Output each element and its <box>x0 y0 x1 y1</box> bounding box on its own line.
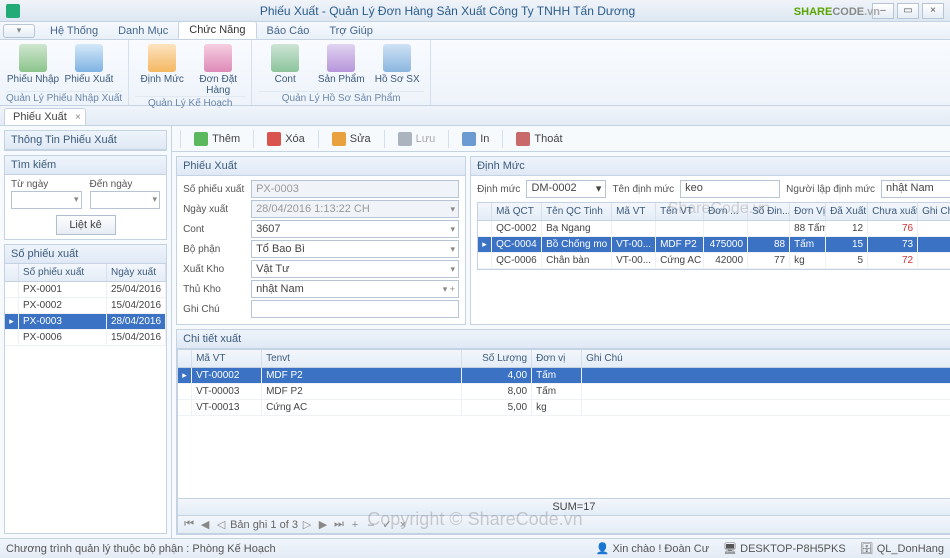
export-icon <box>75 44 103 72</box>
col-so-phieu[interactable]: Số phiếu xuất <box>19 264 107 281</box>
dm-panel-title: Định Mức <box>471 157 950 176</box>
status-host: DESKTOP-P8H5PKS <box>740 543 846 555</box>
app-menu-button[interactable]: ▾ <box>3 24 35 38</box>
ribbon-phieu-nhap[interactable]: Phiếu Nhập <box>6 42 60 91</box>
norm-icon <box>148 44 176 72</box>
so-phieu-input: PX-0003 <box>251 180 459 198</box>
exit-icon <box>516 132 530 146</box>
title-bar: Phiếu Xuất - Quản Lý Đơn Hàng Sản Xuất C… <box>0 0 950 22</box>
px-panel-title: Phiếu Xuất <box>177 157 465 176</box>
left-pane: Thông Tin Phiếu Xuất Tìm kiếm Từ ngày ▾ … <box>0 126 172 538</box>
table-row[interactable]: ▸ VT-00002 MDF P2 4,00 Tấm <box>178 368 950 384</box>
status-left: Chương trình quản lý thuộc bộ phận : Phò… <box>6 543 276 555</box>
ribbon-don-dat-hang[interactable]: Đơn Đặt Hàng <box>191 42 245 96</box>
ribbon-phieu-xuat[interactable]: Phiếu Xuất <box>62 42 116 91</box>
status-bar: Chương trình quản lý thuộc bộ phận : Phò… <box>0 538 950 558</box>
record-navigator[interactable]: ⏮◀◁ Bản ghi 1 of 3 ▷▶⏭ +–✓× <box>178 515 950 533</box>
menu-bar: Hệ Thống Danh Mục Chức Năng Báo Cáo Trợ … <box>0 22 950 40</box>
thu-kho-input[interactable]: nhật Nam▾ + <box>251 280 459 298</box>
pencil-icon <box>332 132 346 146</box>
tab-phieu-xuat[interactable]: Phiếu Xuất × <box>4 108 86 125</box>
table-row[interactable]: VT-00003 MDF P2 8,00 Tấm <box>178 384 950 400</box>
order-icon <box>204 44 232 72</box>
dinh-muc-panel: Định Mức Định mức DM-0002▾ Tên định mức … <box>470 156 950 325</box>
search-panel-title: Tìm kiếm <box>5 156 166 175</box>
print-icon <box>462 132 476 146</box>
tab-label: Phiếu Xuất <box>13 111 67 123</box>
bo-phan-input[interactable]: Tổ Bao Bì▾ <box>251 240 459 258</box>
table-row[interactable]: QC-0006 Chân bàn VT-00... Cứng AC 42000 … <box>478 253 950 269</box>
table-row[interactable]: QC-0002 Bạ Ngang 88 Tấm 12 76 <box>478 221 950 237</box>
edit-button[interactable]: Sửa <box>323 128 380 150</box>
status-user: Xin chào ! Đoàn Cư <box>612 543 709 555</box>
menu-danh-muc[interactable]: Danh Mục <box>108 23 178 39</box>
table-row[interactable]: ▸ QC-0004 Bồ Chống mo VT-00... MDF P2 47… <box>478 237 950 253</box>
ribbon-ho-so-sx[interactable]: Hồ Sơ SX <box>370 42 424 91</box>
ten-dinh-muc-input[interactable]: keo <box>680 180 780 198</box>
chit-panel-title: Chi tiết xuất <box>177 330 950 349</box>
chi-tiet-panel: Chi tiết xuất Mã VT Tenvt Số Lượng Đơn v… <box>176 329 950 535</box>
ghi-chu-input[interactable] <box>251 300 459 318</box>
menu-chuc-nang[interactable]: Chức Năng <box>178 21 256 39</box>
ribbon-group-title: Quản Lý Kế Hoạch <box>135 96 245 110</box>
cont-input[interactable]: 3607▾ <box>251 220 459 238</box>
maximize-button[interactable]: ▭ <box>897 3 919 19</box>
plus-icon <box>194 132 208 146</box>
ribbon: Phiếu Nhập Phiếu Xuất Quản Lý Phiếu Nhập… <box>0 40 950 106</box>
table-row[interactable]: PX-000125/04/2016 <box>5 282 166 298</box>
ribbon-group-title: Quản Lý Hồ Sơ Sản Phẩm <box>258 91 424 105</box>
right-pane: Thêm Xóa Sửa Lưu In Thoát Phiếu Xuất Số … <box>172 126 950 538</box>
exit-button[interactable]: Thoát <box>507 128 571 150</box>
menu-bao-cao[interactable]: Báo Cáo <box>257 23 320 39</box>
col-ngay-xuat[interactable]: Ngày xuất <box>107 264 166 281</box>
product-icon <box>327 44 355 72</box>
close-button[interactable]: × <box>922 3 944 19</box>
table-row[interactable]: ▸PX-000328/04/2016 <box>5 314 166 330</box>
table-row[interactable]: PX-000615/04/2016 <box>5 330 166 346</box>
toolbar: Thêm Xóa Sửa Lưu In Thoát <box>172 126 950 152</box>
phieu-xuat-panel: Phiếu Xuất Số phiếu xuấtPX-0003 Ngày xuấ… <box>176 156 466 325</box>
table-row[interactable]: VT-00013 Cứng AC 5,00 kg <box>178 400 950 416</box>
list-panel-title: Số phiếu xuất <box>5 245 166 264</box>
container-icon <box>271 44 299 72</box>
sum-footer: SUM=17 <box>178 498 950 515</box>
ribbon-san-pham[interactable]: Sản Phẩm <box>314 42 368 91</box>
status-db: QL_DonHang <box>877 543 944 555</box>
nguoi-lap-input[interactable]: nhật Nam <box>881 180 950 198</box>
ribbon-group-title: Quản Lý Phiếu Nhập Xuất <box>6 91 122 105</box>
ngay-xuat-input[interactable]: 28/04/2016 1:13:22 CH▾ <box>251 200 459 218</box>
app-icon <box>6 4 20 18</box>
info-panel-title: Thông Tin Phiếu Xuất <box>5 131 166 150</box>
ribbon-cont[interactable]: Cont <box>258 42 312 91</box>
profile-icon <box>383 44 411 72</box>
to-date-label: Đến ngày <box>90 179 161 190</box>
menu-tro-giup[interactable]: Trợ Giúp <box>319 23 382 39</box>
menu-he-thong[interactable]: Hệ Thống <box>40 23 108 39</box>
from-date-label: Từ ngày <box>11 179 82 190</box>
xuat-kho-input[interactable]: Vật Tư▾ <box>251 260 459 278</box>
dinh-muc-input[interactable]: DM-0002▾ <box>526 180 606 198</box>
delete-button[interactable]: Xóa <box>258 128 314 150</box>
save-icon <box>398 132 412 146</box>
add-button[interactable]: Thêm <box>185 128 249 150</box>
list-button[interactable]: Liệt kê <box>56 215 116 235</box>
window-title: Phiếu Xuất - Quản Lý Đơn Hàng Sản Xuất C… <box>26 4 869 18</box>
sharecode-logo: SHARECODE.vn <box>794 2 880 19</box>
tab-close-icon[interactable]: × <box>75 112 81 123</box>
to-date-input[interactable]: ▾ <box>90 191 161 209</box>
minus-icon <box>267 132 281 146</box>
import-icon <box>19 44 47 72</box>
save-button[interactable]: Lưu <box>389 128 445 150</box>
table-row[interactable]: PX-000215/04/2016 <box>5 298 166 314</box>
print-button[interactable]: In <box>453 128 498 150</box>
ribbon-dinh-muc[interactable]: Định Mức <box>135 42 189 96</box>
from-date-input[interactable]: ▾ <box>11 191 82 209</box>
